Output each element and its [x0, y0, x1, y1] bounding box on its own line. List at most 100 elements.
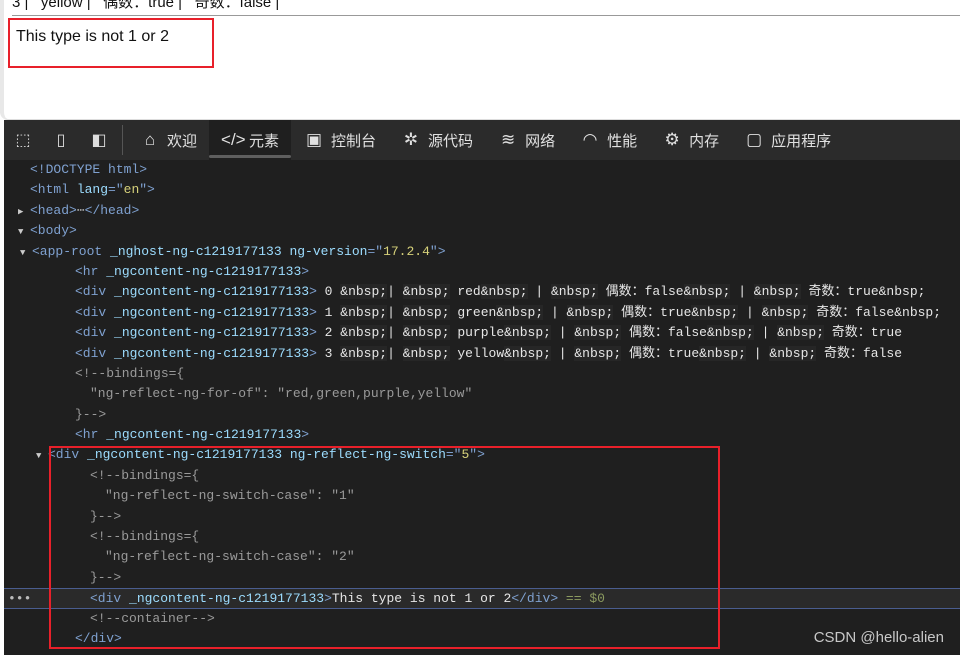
token-tag: <hr — [75, 263, 107, 279]
token-tag: > — [301, 427, 310, 443]
tab-2[interactable]: ▣ 控制台 — [291, 120, 388, 160]
token-an: _ngcontent-ng-c1219177133 — [106, 263, 302, 279]
dom-node-line[interactable]: <div _ngcontent-ng-c1219177133> 2 &nbsp;… — [4, 323, 960, 343]
token-tx: | — [550, 345, 575, 361]
dom-node-line[interactable]: <div _ngcontent-ng-c1219177133> 3 &nbsp;… — [4, 344, 960, 364]
token-cm: "ng-reflect-ng-for-of": "red,green,purpl… — [90, 386, 473, 402]
inspect-icon[interactable]: ⬚ — [4, 120, 42, 160]
elements-dom-tree: <!DOCTYPE html> <html lang="en"> ▶ <head>⋯<… — [4, 160, 960, 655]
token-tx: yellow — [449, 345, 505, 361]
token-ent: &nbsp; — [340, 304, 388, 320]
token-cm: }--> — [90, 569, 122, 585]
tab-6[interactable]: ⚙ 内存 — [649, 120, 731, 160]
token-ent: &nbsp; — [777, 325, 824, 341]
home-icon: ⌂ — [144, 130, 156, 149]
token-ent: &nbsp; — [753, 284, 801, 300]
horizontal-rule — [12, 15, 960, 16]
token-ent: &nbsp; — [402, 345, 450, 361]
token-an: _ngcontent-ng-c1219177133 ng-reflect-ng-… — [87, 447, 446, 463]
tab-0[interactable]: ⌂ 欢迎 — [127, 120, 209, 160]
token-tx: 0 — [324, 284, 341, 300]
console-icon: ▣ — [306, 130, 323, 149]
dom-node-line[interactable]: }--> — [4, 568, 960, 588]
toolbar-divider — [122, 125, 123, 155]
token-tx: | — [387, 345, 403, 361]
expand-arrow-icon[interactable]: ▶ — [18, 202, 30, 222]
token-tx: | — [753, 325, 778, 341]
dom-node-line[interactable]: "ng-reflect-ng-for-of": "red,green,purpl… — [4, 384, 960, 404]
dom-node-line[interactable]: }--> — [4, 507, 960, 527]
dom-node-line[interactable]: ▼ <app-root _nghost-ng-c1219177133 ng-ver… — [4, 242, 960, 262]
token-tag: > — [309, 284, 325, 300]
token-ent: &nbsp; — [402, 325, 450, 341]
token-tx: | — [738, 304, 762, 320]
dom-node-line[interactable]: ▼ <div _ngcontent-ng-c1219177133 ng-refle… — [4, 445, 960, 465]
device-emulation-icon[interactable]: ▯ — [42, 120, 80, 160]
token-tx: 偶数：false — [621, 325, 707, 341]
tab-7[interactable]: ▢ 应用程序 — [731, 120, 843, 160]
dom-node-line[interactable]: ••• <div _ngcontent-ng-c1219177133>This t… — [4, 588, 960, 609]
dom-node-line[interactable]: }--> — [4, 405, 960, 425]
highlight-box — [8, 18, 214, 68]
token-tag: =" — [445, 447, 462, 463]
token-tx: | — [387, 304, 403, 320]
token-cm: "ng-reflect-ng-switch-case": "2" — [105, 549, 355, 565]
dom-node-line[interactable]: "ng-reflect-ng-switch-case": "2" — [4, 547, 960, 567]
dom-node-line[interactable]: <!--container--> — [4, 609, 960, 629]
dock-side-icon[interactable]: ◧ — [80, 120, 118, 160]
dom-node-line[interactable]: <!--bindings={ — [4, 466, 960, 486]
token-ent: &nbsp; — [761, 304, 809, 320]
token-ent: &nbsp; — [504, 325, 551, 341]
token-tag: > — [301, 263, 310, 279]
token-tx: red — [449, 284, 481, 300]
token-ent: &nbsp; — [574, 345, 622, 361]
token-eq: == $0 — [558, 591, 605, 607]
tab-label: 应用程序 — [771, 132, 832, 150]
token-av: 17.2.4 — [383, 243, 430, 259]
token-an: _ngcontent-ng-c1219177133 — [114, 345, 310, 361]
token-cm: }--> — [75, 406, 107, 422]
tab-5[interactable]: ◠ 性能 — [567, 120, 649, 160]
token-tx: | — [387, 284, 403, 300]
token-ent: &nbsp; — [574, 325, 622, 341]
more-options-icon[interactable]: ••• — [8, 589, 31, 609]
dom-node-line[interactable]: ▶ <head>⋯</head> — [4, 201, 960, 221]
tab-label: 控制台 — [331, 132, 377, 150]
token-tag: <body> — [30, 223, 77, 239]
token-ent: &nbsp; — [550, 284, 598, 300]
token-tx: | — [387, 325, 403, 341]
token-tag: =" — [108, 182, 124, 198]
token-tag: <hr — [75, 427, 107, 443]
collapse-arrow-icon[interactable]: ▼ — [18, 222, 30, 242]
dom-node-line[interactable]: <!--bindings={ — [4, 527, 960, 547]
dom-node-line[interactable]: <!DOCTYPE html> — [4, 160, 960, 180]
dom-node-line[interactable]: <div _ngcontent-ng-c1219177133> 1 &nbsp;… — [4, 303, 960, 323]
token-ent: &nbsp; — [402, 304, 450, 320]
tab-4[interactable]: ≋ 网络 — [485, 120, 567, 160]
token-tag: > — [309, 304, 325, 320]
dom-node-line[interactable]: "ng-reflect-ng-switch-case": "1" — [4, 486, 960, 506]
dom-node-line[interactable]: ▼ <body> — [4, 221, 960, 241]
dom-node-line[interactable]: <!--bindings={ — [4, 364, 960, 384]
token-tx: | — [527, 284, 551, 300]
dom-node-line[interactable]: <hr _ngcontent-ng-c1219177133> — [4, 425, 960, 445]
dom-node-line[interactable]: <div _ngcontent-ng-c1219177133> 0 &nbsp;… — [4, 282, 960, 302]
tab-1[interactable]: </> 元素 — [209, 120, 292, 160]
tab-3[interactable]: ✲ 源代码 — [388, 120, 485, 160]
token-tx: 奇数：false&nbsp; — [808, 304, 942, 320]
chip-icon: ⚙ — [664, 130, 680, 149]
dom-node-line[interactable]: <hr _ngcontent-ng-c1219177133> — [4, 262, 960, 282]
token-tag: <div — [75, 325, 115, 341]
dom-node-line[interactable]: <html lang="en"> — [4, 180, 960, 200]
token-an: _ngcontent-ng-c1219177133 — [129, 591, 325, 607]
token-cm: }--> — [90, 508, 122, 524]
wifi-icon: ≋ — [500, 130, 516, 149]
token-ent: &nbsp; — [683, 284, 731, 300]
page-viewport: 3 | yellow | 偶数：true | 奇数：false | This t… — [0, 0, 960, 120]
token-tag: <!DOCTYPE html> — [30, 162, 148, 177]
token-ent: &nbsp; — [340, 345, 388, 361]
collapse-arrow-icon[interactable]: ▼ — [20, 243, 32, 263]
tab-label: 内存 — [689, 132, 720, 150]
token-cm: <!--bindings={ — [75, 365, 185, 381]
collapse-arrow-icon[interactable]: ▼ — [36, 446, 48, 466]
